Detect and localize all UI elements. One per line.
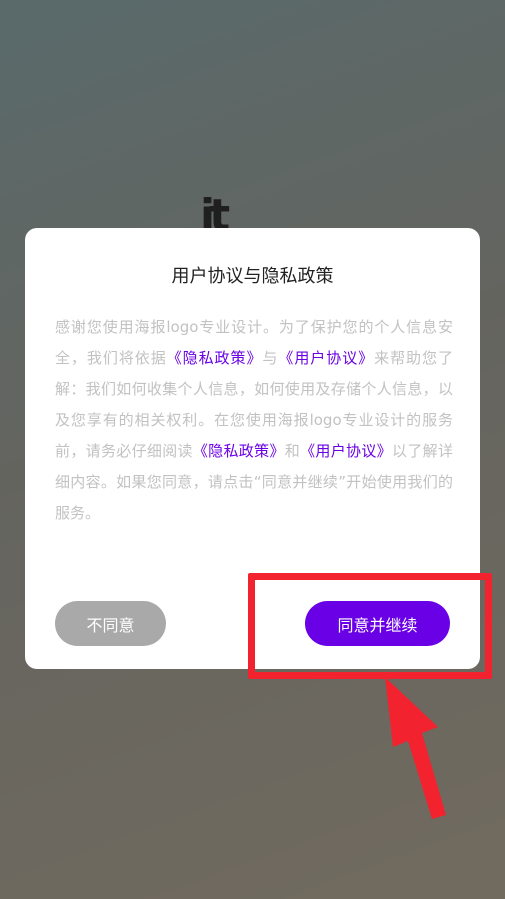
dialog-body: 感谢您使用海报logo专业设计。为了保护您的个人信息安全，我们将依据《隐私政策》…	[55, 312, 453, 529]
body-text-part: 和	[284, 442, 301, 460]
dialog-title: 用户协议与隐私政策	[171, 266, 334, 287]
user-agreement-link[interactable]: 《用户协议》	[278, 349, 374, 367]
privacy-policy-link-2[interactable]: 《隐私政策》	[193, 442, 285, 460]
annotation-arrow-icon	[385, 677, 446, 819]
body-text-part: 与	[262, 349, 279, 367]
annotation-highlight-box	[248, 573, 492, 679]
user-agreement-link-2[interactable]: 《用户协议》	[300, 442, 392, 460]
privacy-policy-link[interactable]: 《隐私政策》	[167, 349, 263, 367]
disagree-button[interactable]: 不同意	[55, 601, 166, 646]
